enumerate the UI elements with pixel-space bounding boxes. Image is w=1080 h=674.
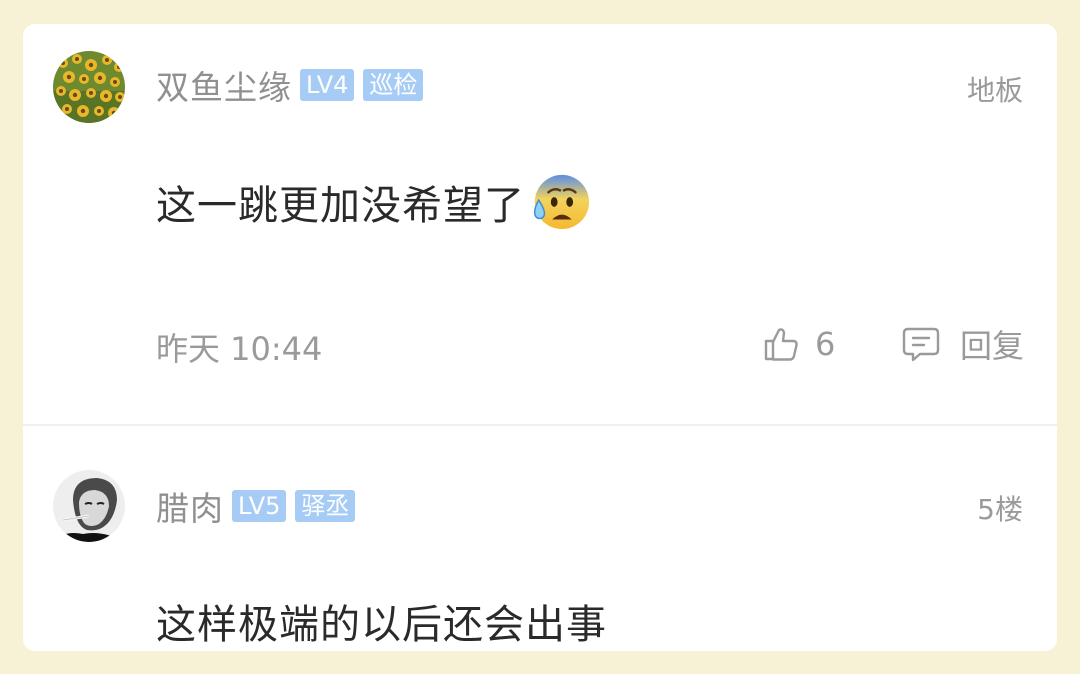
like-button[interactable]: 6	[761, 322, 835, 366]
comment-body: 这一跳更加没希望了	[156, 183, 525, 229]
user-avatar[interactable]	[53, 51, 125, 123]
comment-body: 这样极端的以后还会出事	[156, 602, 607, 648]
comment-item: 双鱼尘缘 LV4 巡检 地板 这一跳更加没希望了 昨天 10:44 6 回复	[23, 24, 1057, 424]
comment-text: 这一跳更加没希望了	[156, 172, 591, 232]
username[interactable]: 双鱼尘缘	[156, 61, 292, 109]
username[interactable]: 腊肉	[156, 482, 224, 530]
comment-text: 这样极端的以后还会出事	[156, 594, 607, 648]
comment-bubble-icon	[902, 327, 940, 362]
role-badge: 驿丞	[295, 490, 356, 522]
user-info-row: 双鱼尘缘 LV4 巡检	[156, 65, 424, 107]
comment-timestamp: 昨天 10:44	[156, 330, 323, 368]
floor-label: 5楼	[977, 493, 1023, 526]
comment-meta-row: 昨天 10:44 6 回复	[156, 322, 1024, 368]
role-badge: 巡检	[363, 69, 424, 101]
like-count: 6	[815, 325, 836, 363]
level-badge: LV4	[300, 69, 355, 101]
level-badge: LV5	[232, 490, 287, 522]
floor-label: 地板	[966, 74, 1023, 107]
reply-label: 回复	[959, 327, 1024, 365]
comment-item: 腊肉 LV5 驿丞 5楼 这样极端的以后还会出事	[23, 426, 1057, 651]
user-info-row: 腊肉 LV5 驿丞	[156, 486, 356, 528]
sunflower-avatar-image	[53, 51, 125, 123]
user-avatar[interactable]	[53, 470, 125, 542]
thumbs-up-icon	[764, 328, 798, 361]
anxious-face-with-sweat-icon	[533, 174, 590, 230]
man-portrait-avatar-image	[53, 470, 125, 542]
reply-button[interactable]: 回复	[900, 322, 1024, 366]
comments-card: 双鱼尘缘 LV4 巡检 地板 这一跳更加没希望了 昨天 10:44 6 回复 腊…	[23, 24, 1057, 651]
